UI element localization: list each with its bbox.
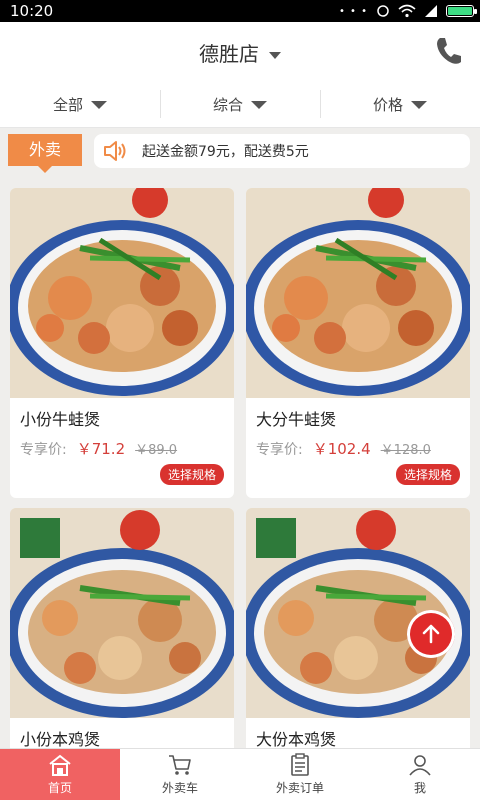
battery-icon — [446, 5, 477, 17]
speaker-icon — [104, 141, 126, 161]
product-image — [10, 508, 234, 718]
scroll-top-button[interactable] — [407, 610, 455, 658]
signal-icon — [425, 5, 437, 17]
product-image — [10, 188, 234, 398]
product-name: 小份本鸡煲 — [20, 730, 101, 748]
status-time: 10:20 — [10, 2, 54, 20]
filter-price[interactable]: 价格 — [320, 82, 480, 127]
header: 德胜店 — [0, 22, 480, 82]
nav-label: 首页 — [47, 781, 72, 795]
nav-label: 外卖车 — [161, 781, 198, 795]
notice-row: 外卖 起送金额79元，配送费5元 — [0, 128, 480, 176]
select-spec-button[interactable]: 选择规格 — [159, 464, 224, 485]
product-price: ￥102.4 — [312, 440, 371, 458]
notification-dots-icon: • • • — [338, 5, 368, 17]
nav-me[interactable]: 我 — [360, 749, 480, 800]
wifi-icon — [398, 4, 416, 18]
delivery-tag: 外卖 — [8, 134, 82, 173]
product-name: 大份本鸡煲 — [256, 730, 337, 748]
store-selector[interactable]: 德胜店 — [0, 38, 480, 67]
nav-label: 外卖订单 — [275, 781, 324, 795]
select-spec-button[interactable]: 选择规格 — [395, 464, 460, 485]
alarm-icon — [377, 5, 389, 17]
triangle-down-icon — [411, 100, 427, 109]
product-grid: 小份牛蛙煲 专享价: ￥71.2 ￥89.0 选择规格 大分牛蛙煲 专享价: ￥… — [0, 176, 480, 748]
nav-home[interactable]: 首页 — [0, 749, 120, 800]
product-price: ￥71.2 — [76, 440, 126, 458]
original-price: ￥128.0 — [380, 443, 431, 458]
notice-text: 起送金额79元，配送费5元 — [142, 144, 309, 160]
filter-label: 综合 — [212, 96, 243, 114]
arrow-up-icon — [422, 624, 440, 644]
product-card[interactable]: 大分牛蛙煲 专享价: ￥102.4 ￥128.0 选择规格 — [246, 188, 470, 498]
filter-bar: 全部 综合 价格 — [0, 82, 480, 128]
order-icon — [291, 753, 309, 776]
nav-orders[interactable]: 外卖订单 — [240, 749, 360, 800]
user-icon — [409, 755, 431, 776]
price-label: 专享价: — [20, 442, 67, 458]
product-card[interactable]: 小份本鸡煲 — [10, 508, 234, 748]
product-image — [246, 188, 470, 398]
filter-label: 全部 — [52, 96, 83, 114]
cart-icon — [169, 755, 191, 775]
nav-label: 我 — [413, 781, 426, 795]
triangle-down-icon — [251, 100, 267, 109]
original-price: ￥89.0 — [135, 443, 178, 458]
price-line: 专享价: ￥102.4 ￥128.0 — [256, 438, 431, 459]
store-name: 德胜店 — [199, 42, 259, 66]
bottom-nav: 首页 外卖车 外卖订单 我 — [0, 748, 480, 800]
notice-bar: 起送金额79元，配送费5元 — [94, 134, 470, 168]
triangle-down-icon — [91, 100, 107, 109]
product-card[interactable]: 小份牛蛙煲 专享价: ￥71.2 ￥89.0 选择规格 — [10, 188, 234, 498]
status-bar: 10:20 • • • — [0, 0, 480, 22]
filter-comprehensive[interactable]: 综合 — [160, 82, 320, 127]
home-icon — [49, 754, 71, 776]
status-icons: • • • — [338, 4, 477, 18]
filter-label: 价格 — [372, 96, 403, 114]
chevron-down-icon — [269, 52, 281, 59]
product-name: 小份牛蛙煲 — [20, 410, 101, 429]
phone-icon[interactable] — [434, 36, 462, 66]
nav-cart[interactable]: 外卖车 — [120, 749, 240, 800]
filter-all[interactable]: 全部 — [0, 82, 160, 127]
price-line: 专享价: ￥71.2 ￥89.0 — [20, 438, 177, 459]
product-name: 大分牛蛙煲 — [256, 410, 337, 429]
price-label: 专享价: — [256, 442, 303, 458]
